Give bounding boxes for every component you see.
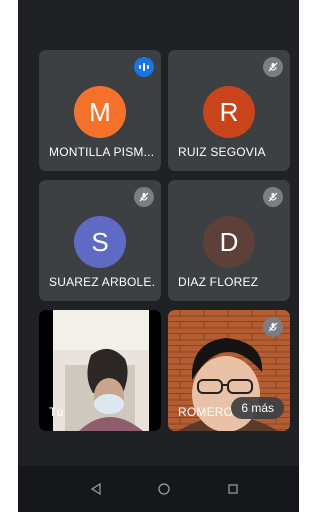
more-participants-chip[interactable]: 6 más xyxy=(231,397,284,419)
mic-off-icon xyxy=(263,187,283,207)
participant-name: ROMERO xyxy=(178,405,234,419)
participant-tile-ruiz[interactable]: R RUIZ SEGOVIA xyxy=(168,50,290,171)
participant-name: RUIZ SEGOVIA xyxy=(178,145,266,159)
avatar-initial: R xyxy=(219,96,239,127)
mic-off-icon xyxy=(263,317,283,337)
video-tile-self[interactable]: Tú xyxy=(39,310,161,431)
participant-tile-montilla[interactable]: M MONTILLA PISM... xyxy=(39,50,161,171)
home-circle-icon[interactable] xyxy=(154,479,174,499)
avatar: R xyxy=(203,86,255,138)
avatar-initial: S xyxy=(91,226,109,257)
video-tile-romero[interactable]: ROMERO 6 más xyxy=(168,310,290,431)
participant-tile-suarez[interactable]: S SUAREZ ARBOLE... xyxy=(39,180,161,301)
avatar: D xyxy=(203,216,255,268)
participant-name: Tú xyxy=(49,405,64,419)
mic-off-icon xyxy=(263,57,283,77)
participant-name: DIAZ FLOREZ xyxy=(178,275,259,289)
avatar-initial: D xyxy=(219,226,239,257)
participant-tile-diaz[interactable]: D DIAZ FLOREZ xyxy=(168,180,290,301)
status-bar xyxy=(18,10,299,40)
participant-name: SUAREZ ARBOLE... xyxy=(49,275,155,289)
mic-off-icon xyxy=(134,187,154,207)
system-nav-bar xyxy=(18,466,299,512)
avatar: S xyxy=(74,216,126,268)
back-triangle-icon[interactable] xyxy=(86,479,106,499)
avatar: M xyxy=(74,86,126,138)
speaking-icon xyxy=(134,57,154,77)
avatar-initial: M xyxy=(89,96,111,127)
participant-name: MONTILLA PISM... xyxy=(49,145,155,159)
recents-square-icon[interactable] xyxy=(223,479,243,499)
